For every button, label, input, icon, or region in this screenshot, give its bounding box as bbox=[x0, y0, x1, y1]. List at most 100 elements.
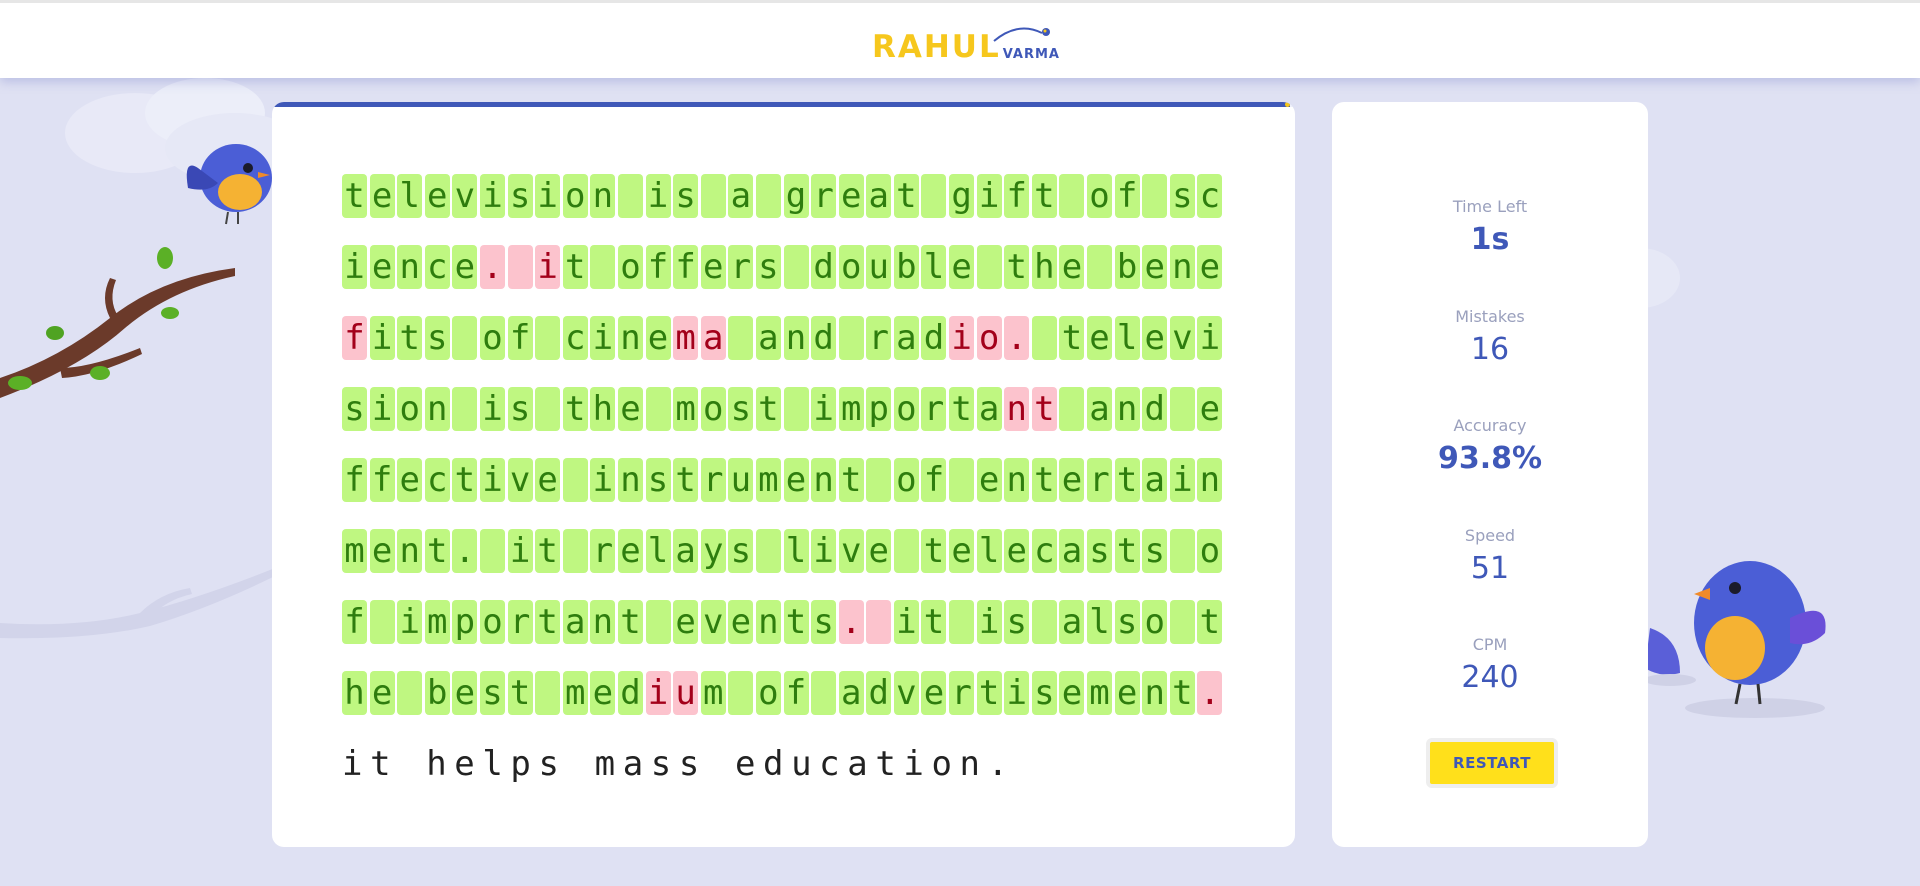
char-correct: a bbox=[1087, 387, 1113, 431]
char-correct: l bbox=[976, 529, 1002, 573]
char-correct: v bbox=[1169, 316, 1195, 360]
char-incorrect: m bbox=[673, 316, 699, 360]
char-correct bbox=[783, 245, 809, 289]
char-correct: r bbox=[866, 316, 892, 360]
char-correct: c bbox=[424, 245, 450, 289]
text-line: he best medium of advertisement. bbox=[342, 671, 1242, 742]
char-correct: t bbox=[507, 671, 533, 715]
char-correct: e bbox=[1004, 529, 1030, 573]
text-line: it helps mass education. bbox=[342, 742, 1242, 813]
char-correct: e bbox=[452, 671, 478, 715]
char-correct: i bbox=[1004, 671, 1030, 715]
char-correct: r bbox=[811, 174, 837, 218]
logo[interactable]: RAHUL VARMA bbox=[872, 23, 1060, 63]
text-line: ment. it relays live telecasts o bbox=[342, 529, 1242, 600]
pending-text: it helps mass education. bbox=[342, 744, 1016, 784]
char-correct bbox=[1059, 387, 1085, 431]
char-correct: t bbox=[535, 529, 561, 573]
char-correct bbox=[811, 671, 837, 715]
char-correct: s bbox=[811, 600, 837, 644]
char-correct: e bbox=[1142, 316, 1168, 360]
char-correct: d bbox=[866, 671, 892, 715]
char-correct: i bbox=[976, 600, 1002, 644]
char-correct: f bbox=[369, 458, 395, 502]
char-correct bbox=[728, 316, 754, 360]
char-incorrect: a bbox=[700, 316, 726, 360]
char-correct: m bbox=[424, 600, 450, 644]
char-correct bbox=[783, 387, 809, 431]
time-left-label: Time Left bbox=[1452, 197, 1528, 216]
branch-shadow-icon bbox=[0, 568, 275, 639]
speed-label: Speed bbox=[1464, 526, 1516, 545]
char-correct: b bbox=[424, 671, 450, 715]
char-correct: e bbox=[617, 387, 643, 431]
char-correct: a bbox=[755, 316, 781, 360]
char-correct: o bbox=[893, 458, 919, 502]
char-correct bbox=[645, 387, 671, 431]
char-correct: o bbox=[617, 245, 643, 289]
char-correct: o bbox=[1142, 600, 1168, 644]
char-correct: s bbox=[673, 174, 699, 218]
char-correct: i bbox=[369, 316, 395, 360]
char-correct: l bbox=[921, 245, 947, 289]
restart-button[interactable]: RESTART bbox=[1426, 738, 1558, 788]
typing-panel[interactable]: television is a great gift of science. i… bbox=[272, 102, 1295, 847]
char-correct: n bbox=[755, 600, 781, 644]
char-correct: e bbox=[424, 174, 450, 218]
char-correct: r bbox=[728, 245, 754, 289]
char-correct: a bbox=[728, 174, 754, 218]
char-correct: o bbox=[479, 600, 505, 644]
char-correct: s bbox=[645, 458, 671, 502]
char-correct: v bbox=[893, 671, 919, 715]
char-correct bbox=[1087, 245, 1113, 289]
char-correct: n bbox=[590, 600, 616, 644]
char-correct: a bbox=[1142, 458, 1168, 502]
char-correct: e bbox=[590, 671, 616, 715]
char-correct: s bbox=[1004, 600, 1030, 644]
char-correct: t bbox=[893, 174, 919, 218]
char-correct: o bbox=[755, 671, 781, 715]
char-correct: u bbox=[728, 458, 754, 502]
char-correct bbox=[369, 600, 395, 644]
char-correct bbox=[866, 458, 892, 502]
char-correct bbox=[535, 387, 561, 431]
char-correct: o bbox=[562, 174, 588, 218]
char-correct: t bbox=[1031, 458, 1057, 502]
char-correct bbox=[1031, 600, 1057, 644]
char-correct: i bbox=[397, 600, 423, 644]
char-correct: e bbox=[673, 600, 699, 644]
char-correct: t bbox=[1197, 600, 1223, 644]
char-incorrect bbox=[866, 600, 892, 644]
char-correct: m bbox=[342, 529, 367, 573]
char-correct bbox=[1169, 387, 1195, 431]
char-correct: b bbox=[1114, 245, 1140, 289]
char-correct: m bbox=[1087, 671, 1113, 715]
char-correct: n bbox=[1004, 458, 1030, 502]
char-correct: s bbox=[479, 671, 505, 715]
char-correct bbox=[535, 316, 561, 360]
char-correct bbox=[397, 671, 423, 715]
char-correct bbox=[893, 529, 919, 573]
char-correct: f bbox=[783, 671, 809, 715]
char-correct: l bbox=[645, 529, 671, 573]
char-correct: e bbox=[783, 458, 809, 502]
char-correct: s bbox=[1142, 529, 1168, 573]
stats-panel: Time Left 1s Mistakes 16 Accuracy 93.8% … bbox=[1332, 102, 1648, 847]
char-correct: e bbox=[949, 245, 975, 289]
stat-speed: Speed 51 bbox=[1332, 526, 1648, 586]
char-incorrect: o bbox=[976, 316, 1002, 360]
typing-text[interactable]: television is a great gift of science. i… bbox=[342, 174, 1242, 813]
char-correct bbox=[452, 387, 478, 431]
char-correct: e bbox=[866, 529, 892, 573]
char-incorrect: n bbox=[1004, 387, 1030, 431]
char-incorrect: u bbox=[673, 671, 699, 715]
char-correct: a bbox=[838, 671, 864, 715]
char-correct: n bbox=[1142, 671, 1168, 715]
char-correct: t bbox=[397, 316, 423, 360]
char-correct bbox=[1142, 174, 1168, 218]
char-correct: s bbox=[1114, 600, 1140, 644]
char-correct: i bbox=[1169, 458, 1195, 502]
char-incorrect: i bbox=[949, 316, 975, 360]
char-correct: o bbox=[700, 387, 726, 431]
char-correct: a bbox=[673, 529, 699, 573]
